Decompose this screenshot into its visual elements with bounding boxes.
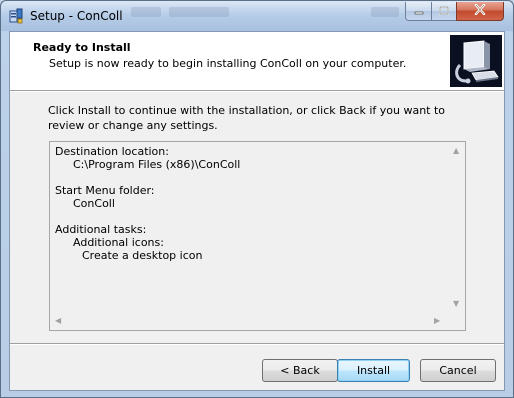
memo-line: Additional icons: — [73, 236, 164, 249]
maximize-button[interactable] — [431, 2, 457, 21]
memo-line: ConColl — [73, 197, 115, 210]
memo-text: Destination location: C:\Program Files (x… — [55, 145, 240, 262]
minimize-button[interactable] — [405, 2, 432, 21]
page-subtitle: Setup is now ready to begin installing C… — [49, 57, 407, 70]
maximize-icon — [439, 5, 449, 18]
setup-icon[interactable] — [8, 8, 24, 24]
cancel-button[interactable]: Cancel — [420, 359, 496, 382]
horizontal-scrollbar[interactable]: ◀ ▶ — [50, 313, 448, 330]
memo-line: Start Menu folder: — [55, 184, 155, 197]
memo-line: Additional tasks: — [55, 223, 147, 236]
background-blur — [131, 7, 161, 17]
intro-text: Click Install to continue with the insta… — [48, 104, 446, 132]
computer-install-icon — [450, 35, 502, 87]
scrollbar-corner — [448, 313, 465, 330]
scroll-down-icon[interactable]: ▼ — [453, 300, 459, 308]
scroll-right-icon[interactable]: ▶ — [434, 317, 440, 325]
memo-line: C:\Program Files (x86)\ConColl — [73, 158, 241, 171]
scroll-left-icon[interactable]: ◀ — [55, 317, 61, 325]
scroll-up-icon[interactable]: ▲ — [453, 147, 459, 155]
background-blur — [371, 7, 399, 17]
minimize-icon — [414, 5, 424, 18]
close-button[interactable] — [456, 2, 504, 21]
setup-window: Setup - ConColl Ready to Install Setup i… — [0, 0, 514, 398]
wizard-header: Ready to Install Setup is now ready to b… — [10, 32, 504, 90]
title-bar[interactable]: Setup - ConColl — [1, 1, 513, 31]
window-title: Setup - ConColl — [30, 9, 123, 23]
memo-line: Destination location: — [55, 145, 169, 158]
memo-line: Create a desktop icon — [82, 249, 203, 262]
background-blur — [169, 7, 229, 17]
header-separator — [10, 90, 504, 92]
footer-separator — [10, 343, 504, 345]
wizard-client-area: Ready to Install Setup is now ready to b… — [9, 31, 505, 391]
ready-memo[interactable]: Destination location: C:\Program Files (x… — [49, 141, 466, 331]
memo-blank-line — [55, 210, 240, 223]
vertical-scrollbar[interactable]: ▲ ▼ — [448, 142, 465, 314]
close-icon — [474, 3, 486, 18]
page-title: Ready to Install — [33, 41, 131, 54]
back-button[interactable]: < Back — [262, 359, 338, 382]
install-button[interactable]: Install — [337, 359, 410, 382]
memo-blank-line — [55, 171, 240, 184]
